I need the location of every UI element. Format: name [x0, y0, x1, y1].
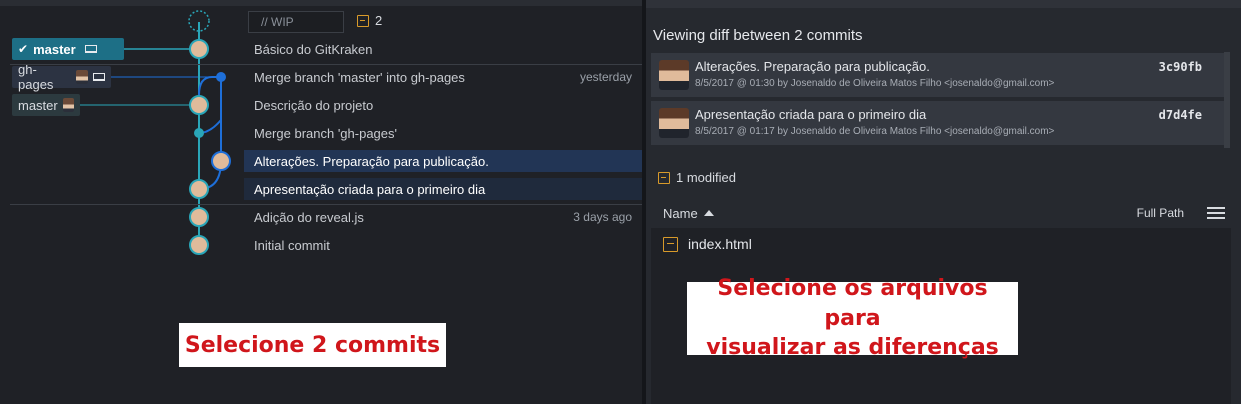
diff-commit-card[interactable]: Apresentação criada para o primeiro dia …: [651, 101, 1224, 145]
name-header-label: Name: [663, 205, 698, 221]
annotation-line: visualizar as diferenças: [706, 335, 999, 361]
sort-by-name-button[interactable]: Name: [651, 206, 714, 221]
commit-date: 3 days ago: [573, 210, 632, 224]
commit-row[interactable]: Merge branch 'master' into gh-pages yest…: [244, 66, 642, 88]
diff-title: Viewing diff between 2 commits: [653, 27, 863, 44]
file-list-header: Name Full Path: [651, 200, 1236, 226]
annotation-line: Selecione os arquivos para: [717, 275, 988, 331]
divider: [10, 64, 642, 65]
commit-message: Apresentação criada para o primeiro dia: [254, 181, 486, 197]
commit-sha[interactable]: 3c90fb: [1159, 60, 1202, 74]
commit-row[interactable]: Descrição do projeto: [244, 94, 642, 116]
annotation-select-files: Selecione os arquivos para visualizar as…: [687, 276, 1018, 360]
file-modified-icon: [663, 236, 678, 252]
divider: [10, 204, 642, 205]
commit-message: Alterações. Preparação para publicação.: [254, 153, 489, 169]
commit-message: Descrição do projeto: [254, 97, 374, 113]
scrollbar[interactable]: [1224, 52, 1230, 148]
commit-row[interactable]: Merge branch 'gh-pages': [244, 122, 642, 144]
avatar: [659, 60, 689, 90]
gitkraken-window: // WIP 2 ✔ master gh-pages master Básico…: [0, 0, 1241, 404]
file-modified-icon: [658, 171, 670, 184]
commit-row[interactable]: Adição do reveal.js 3 days ago: [244, 206, 642, 228]
modified-count: 1 modified: [658, 170, 736, 185]
avatar: [659, 108, 689, 138]
commit-row-selected[interactable]: Alterações. Preparação para publicação.: [244, 150, 642, 172]
commit-row-selected[interactable]: Apresentação criada para o primeiro dia: [244, 178, 642, 200]
annotation-select-commits: Selecione 2 commits: [179, 323, 446, 367]
file-name: index.html: [688, 236, 752, 252]
commit-meta: 8/5/2017 @ 01:17 by Josenaldo de Oliveir…: [695, 126, 1055, 137]
commit-row[interactable]: Initial commit: [244, 234, 642, 256]
commit-message: Merge branch 'master' into gh-pages: [254, 69, 465, 85]
commit-meta: 8/5/2017 @ 01:30 by Josenaldo de Oliveir…: [695, 78, 1055, 89]
commit-message: Adição do reveal.js: [254, 209, 364, 225]
commit-message: Initial commit: [254, 237, 330, 253]
commit-date: yesterday: [579, 70, 632, 84]
diff-commit-card[interactable]: Alterações. Preparação para publicação. …: [651, 53, 1224, 97]
full-path-toggle[interactable]: Full Path: [1137, 206, 1184, 220]
commit-graph-panel: // WIP 2 ✔ master gh-pages master Básico…: [0, 0, 642, 404]
toolbar-edge: [646, 0, 1241, 8]
commit-subject: Apresentação criada para o primeiro dia: [695, 107, 927, 122]
commit-message: Básico do GitKraken: [254, 41, 373, 57]
commit-message: Merge branch 'gh-pages': [254, 125, 397, 141]
commit-sha[interactable]: d7d4fe: [1159, 108, 1202, 122]
file-row[interactable]: index.html: [663, 236, 752, 252]
commit-subject: Alterações. Preparação para publicação.: [695, 59, 930, 74]
modified-label: 1 modified: [676, 170, 736, 185]
sort-ascending-icon: [703, 210, 714, 216]
commit-row[interactable]: Básico do GitKraken: [244, 38, 642, 60]
list-view-icon[interactable]: [1207, 207, 1225, 219]
